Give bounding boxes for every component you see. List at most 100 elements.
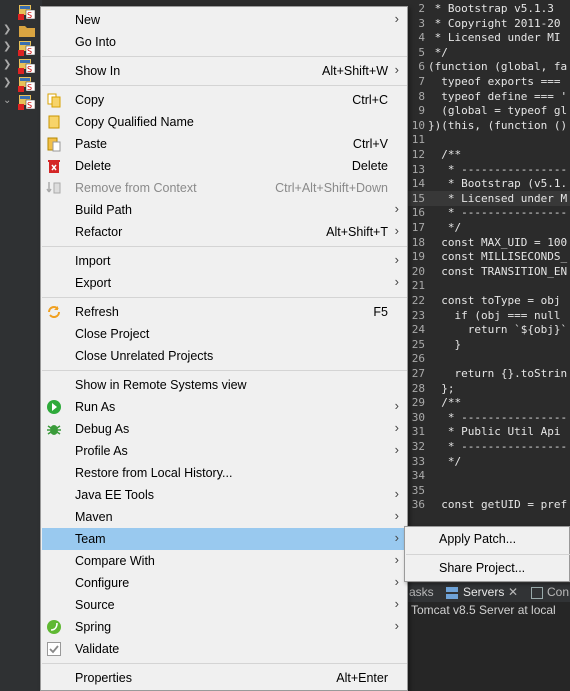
close-icon[interactable]: ✕ xyxy=(508,585,518,599)
chevron-right-icon[interactable]: ❯ xyxy=(3,41,13,53)
menu-item-paste[interactable]: Paste Ctrl+V xyxy=(42,133,407,155)
code-line[interactable]: 35 xyxy=(407,483,570,498)
menu-item-show-in[interactable]: Show In Alt+Shift+W › xyxy=(42,60,407,82)
line-number: 6 xyxy=(418,60,425,74)
code-line[interactable]: 2 * Bootstrap v5.1.3 xyxy=(407,1,570,16)
code-line[interactable]: 21 xyxy=(407,278,570,293)
menu-item-label: Debug As xyxy=(75,422,130,436)
svg-text:S: S xyxy=(27,101,32,110)
menu-item-close-unrelated-projects[interactable]: Close Unrelated Projects xyxy=(42,345,407,367)
menu-item-debug-as[interactable]: Debug As › xyxy=(42,418,407,440)
code-line[interactable]: 16 * ---------------- xyxy=(407,205,570,220)
tab-tasks[interactable]: asks xyxy=(409,585,434,599)
code-line[interactable]: 25 } xyxy=(407,337,570,352)
code-line[interactable]: 7 typeof exports === xyxy=(407,74,570,89)
server-entry[interactable]: Tomcat v8.5 Server at local xyxy=(411,603,556,617)
code-line[interactable]: 27 return {}.toStrin xyxy=(407,366,570,381)
tab-servers[interactable]: Servers xyxy=(463,585,504,599)
code-line[interactable]: 34 xyxy=(407,468,570,483)
code-line[interactable]: 6 (function (global, fa xyxy=(407,59,570,74)
code-line[interactable]: 9 (global = typeof gl xyxy=(407,103,570,118)
menu-item-copy[interactable]: Copy Ctrl+C xyxy=(42,89,407,111)
menu-item-refresh[interactable]: Refresh F5 xyxy=(42,301,407,323)
chevron-down-icon[interactable]: ⌄ xyxy=(3,95,13,107)
project-row[interactable]: ⌄ S xyxy=(0,92,42,112)
menu-item-restore-from-local-history[interactable]: Restore from Local History... xyxy=(42,462,407,484)
menu-item-profile-as[interactable]: Profile As › xyxy=(42,440,407,462)
code-line[interactable]: 13 * ---------------- xyxy=(407,162,570,177)
code-line[interactable]: 15 * Licensed under M xyxy=(407,190,570,206)
chevron-right-icon: › xyxy=(394,252,399,267)
code-line[interactable]: 36 const getUID = pref xyxy=(407,497,570,512)
code-text: */ xyxy=(428,221,462,234)
code-line[interactable]: 22 const toType = obj xyxy=(407,293,570,308)
menu-item-compare-with[interactable]: Compare With › xyxy=(42,550,407,572)
menu-item-label: Copy xyxy=(75,93,105,107)
menu-item-import[interactable]: Import › xyxy=(42,250,407,272)
menu-item-go-into[interactable]: Go Into xyxy=(42,31,407,53)
code-editor[interactable]: 2 * Bootstrap v5.1.3 3 * Copyright 2011-2… xyxy=(407,0,570,582)
menu-item-team[interactable]: Team › xyxy=(42,528,407,550)
project-row[interactable]: ❯ S xyxy=(0,56,42,76)
code-line[interactable]: 5 */ xyxy=(407,45,570,60)
menu-item-show-in-remote-systems-view[interactable]: Show in Remote Systems view xyxy=(42,374,407,396)
chevron-right-icon: › xyxy=(394,508,399,523)
chevron-right-icon: › xyxy=(394,574,399,589)
code-line[interactable]: 29 /** xyxy=(407,395,570,410)
project-row[interactable]: ❯ S xyxy=(0,74,42,94)
menu-item-run-as[interactable]: Run As › xyxy=(42,396,407,418)
menu-item-copy-qualified-name[interactable]: Copy Qualified Name xyxy=(42,111,407,133)
project-row[interactable]: ❯ S xyxy=(0,38,42,58)
menu-item-configure[interactable]: Configure › xyxy=(42,572,407,594)
menu-item-new[interactable]: New › xyxy=(42,9,407,31)
line-number: 7 xyxy=(418,75,425,88)
code-line[interactable]: 4 * Licensed under MI xyxy=(407,30,570,45)
menu-item-refactor[interactable]: Refactor Alt+Shift+T › xyxy=(42,221,407,243)
chevron-right-icon[interactable]: ❯ xyxy=(3,77,13,89)
code-line[interactable]: 12 /** xyxy=(407,147,570,162)
menu-separator xyxy=(42,663,407,664)
code-line[interactable]: 20 const TRANSITION_EN xyxy=(407,264,570,279)
chevron-right-icon: › xyxy=(394,530,399,545)
code-line[interactable]: 30 * ---------------- xyxy=(407,410,570,425)
code-line[interactable]: 14 * Bootstrap (v5.1. xyxy=(407,176,570,191)
chevron-right-icon: › xyxy=(394,442,399,457)
menu-item-spring[interactable]: Spring › xyxy=(42,616,407,638)
code-line[interactable]: 24 return `${obj}` xyxy=(407,322,570,337)
menu-item-java-ee-tools[interactable]: Java EE Tools › xyxy=(42,484,407,506)
menu-item-properties[interactable]: Properties Alt+Enter xyxy=(42,667,407,689)
menu-item-delete[interactable]: Delete Delete xyxy=(42,155,407,177)
menu-item-source[interactable]: Source › xyxy=(42,594,407,616)
tab-console[interactable]: Con xyxy=(547,585,569,599)
code-line[interactable]: 19 const MILLISECONDS_ xyxy=(407,249,570,264)
code-line[interactable]: 26 xyxy=(407,351,570,366)
chevron-right-icon[interactable]: ❯ xyxy=(3,24,13,36)
code-line[interactable]: 28 }; xyxy=(407,381,570,396)
code-text: * ---------------- xyxy=(428,162,568,176)
code-line[interactable]: 18 const MAX_UID = 100 xyxy=(407,235,570,250)
code-line[interactable]: 23 if (obj === null xyxy=(407,308,570,323)
menu-item-share-project[interactable]: Share Project... xyxy=(406,557,570,579)
menu-item-label: Share Project... xyxy=(439,561,526,575)
code-line[interactable]: 32 * ---------------- xyxy=(407,439,570,454)
menu-item-validate[interactable]: Validate xyxy=(42,638,407,660)
chevron-right-icon: › xyxy=(394,11,399,26)
menu-item-build-path[interactable]: Build Path › xyxy=(42,199,407,221)
code-line[interactable]: 8 typeof define === ' xyxy=(407,89,570,104)
menu-item-label: Delete xyxy=(75,159,112,173)
svg-text:S: S xyxy=(27,11,32,20)
code-line[interactable]: 10})(this, (function () xyxy=(407,118,570,133)
chevron-right-icon[interactable]: ❯ xyxy=(3,59,13,71)
line-number: 24 xyxy=(411,323,425,337)
menu-item-maven[interactable]: Maven › xyxy=(42,506,407,528)
code-text: * Bootstrap (v5.1. xyxy=(428,177,568,191)
project-row[interactable]: S xyxy=(0,2,42,22)
code-line[interactable]: 11 xyxy=(407,132,570,147)
code-line[interactable]: 17 */ xyxy=(407,220,570,235)
code-line[interactable]: 3 * Copyright 2011-20 xyxy=(407,16,570,31)
code-line[interactable]: 33 */ xyxy=(407,454,570,469)
menu-item-export[interactable]: Export › xyxy=(42,272,407,294)
code-line[interactable]: 31 * Public Util Api xyxy=(407,424,570,439)
menu-item-close-project[interactable]: Close Project xyxy=(42,323,407,345)
menu-item-apply-patch[interactable]: Apply Patch... xyxy=(406,528,570,550)
